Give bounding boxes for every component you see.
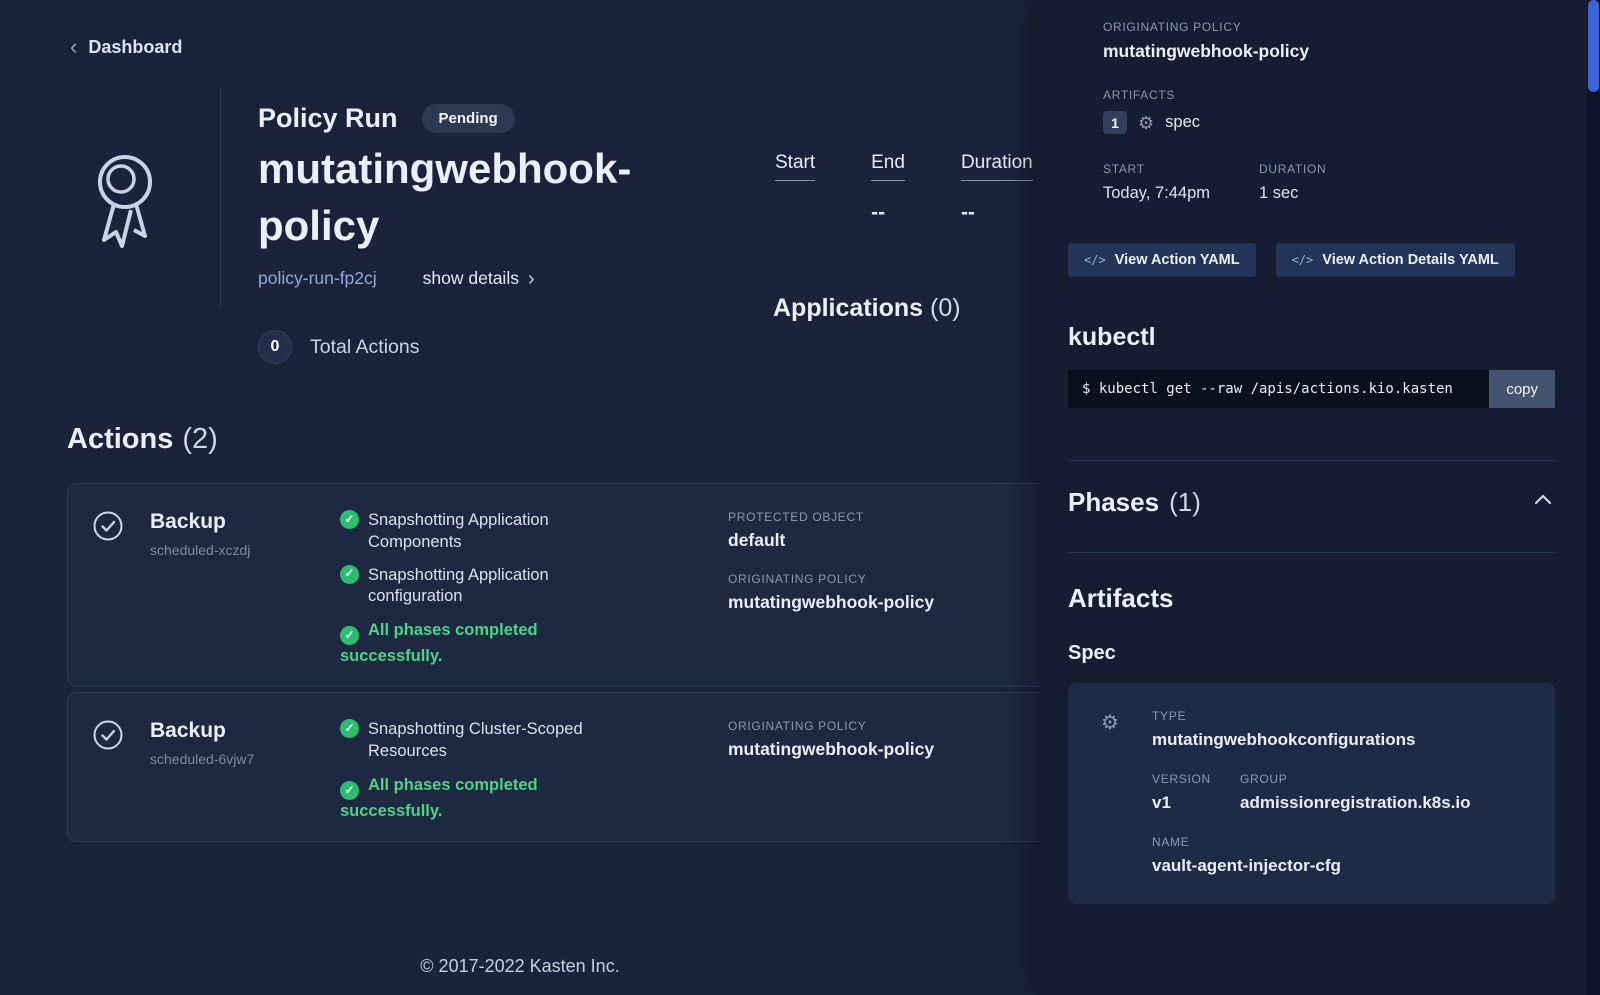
stat-duration-value: -- <box>960 201 975 224</box>
page-title: Policy Run <box>258 103 398 133</box>
panel-originating-policy-value: mutatingwebhook-policy <box>1103 41 1310 61</box>
phases-complete-message: All phases completed successfully. <box>340 619 578 668</box>
chevron-up-icon[interactable] <box>1531 488 1555 517</box>
breadcrumb-label: Dashboard <box>88 36 183 57</box>
action-card-backup-xczdj[interactable]: Backup scheduled-xczdj Snapshotting Appl… <box>67 483 1040 688</box>
gear-icon <box>1138 114 1154 132</box>
breadcrumb-dashboard[interactable]: Dashboard <box>70 36 182 58</box>
view-action-yaml-button[interactable]: View Action YAML <box>1068 243 1256 277</box>
panel-originating-policy-label: ORIGINATING POLICY <box>1103 20 1242 34</box>
total-actions-count-badge: 0 <box>258 330 292 364</box>
total-actions-label: Total Actions <box>310 335 420 358</box>
policy-run-id-link[interactable]: policy-run-fp2cj <box>258 268 377 289</box>
protected-object-field: PROTECTED OBJECT default <box>728 510 864 550</box>
copyright-footer: © 2017-2022 Kasten Inc. <box>420 956 620 976</box>
phase-item: Snapshotting Application configuration <box>340 564 728 609</box>
stat-start-label: Start <box>775 152 816 181</box>
view-action-details-yaml-button[interactable]: View Action Details YAML <box>1275 243 1515 277</box>
phases-complete-message: All phases completed successfully. <box>340 774 578 823</box>
run-stats: Start End -- Duration -- <box>775 152 1033 226</box>
status-badge: Pending <box>421 104 515 133</box>
action-id: scheduled-6vjw7 <box>150 751 255 768</box>
scrollbar-thumb[interactable] <box>1588 0 1599 92</box>
stat-end-value: -- <box>871 201 886 224</box>
kubectl-heading: kubectl <box>1068 323 1156 351</box>
artifact-kind: spec <box>1165 113 1200 131</box>
gear-icon <box>1101 712 1119 734</box>
phase-item: Snapshotting Cluster-Scoped Resources <box>340 719 728 763</box>
check-icon <box>340 564 359 584</box>
spec-artifact-card: TYPE mutatingwebhookconfigurations VERSI… <box>1068 683 1555 904</box>
code-icon <box>1084 253 1106 267</box>
total-actions: 0 Total Actions <box>258 330 419 364</box>
spec-heading: Spec <box>1068 642 1116 664</box>
action-details-panel: ORIGINATING POLICY mutatingwebhook-polic… <box>1040 0 1587 995</box>
action-id: scheduled-xczdj <box>150 542 251 558</box>
panel-start-label: START <box>1103 162 1145 176</box>
stat-end-label: End <box>871 152 905 181</box>
code-icon <box>1292 253 1314 267</box>
action-type: Backup <box>150 510 226 533</box>
artifact-count-badge: 1 <box>1103 111 1127 134</box>
originating-policy-field: ORIGINATING POLICY mutatingwebhook-polic… <box>728 572 935 612</box>
check-icon <box>340 625 359 645</box>
policy-run-name: mutatingwebhook-policy <box>258 145 632 250</box>
action-type: Backup <box>150 719 226 743</box>
status-complete-icon <box>92 508 150 668</box>
show-details-link[interactable]: show details <box>423 268 535 289</box>
scrollbar[interactable] <box>1587 0 1600 995</box>
panel-start-value: Today, 7:44pm <box>1103 184 1211 202</box>
spec-version-field: VERSION v1 <box>1152 772 1211 812</box>
section-divider <box>1068 552 1555 553</box>
header-divider <box>220 88 221 306</box>
panel-duration-value: 1 sec <box>1259 184 1299 202</box>
artifacts-heading: Artifacts <box>1068 583 1174 613</box>
status-complete-icon <box>92 717 150 823</box>
policy-run-medal-icon <box>90 148 160 257</box>
check-icon <box>340 719 359 739</box>
spec-group-field: GROUP admissionregistration.k8s.io <box>1240 772 1471 812</box>
kubectl-command: $ kubectl get --raw /apis/actions.kio.ka… <box>1068 370 1490 408</box>
stat-duration-label: Duration <box>960 152 1033 181</box>
chevron-right-icon <box>528 269 535 289</box>
panel-duration-label: DURATION <box>1259 162 1327 176</box>
check-icon <box>340 510 359 529</box>
applications-heading: Applications (0) <box>773 294 961 322</box>
originating-policy-field: ORIGINATING POLICY mutatingwebhook-polic… <box>728 719 935 760</box>
phases-section-toggle[interactable]: Phases (1) <box>1068 460 1555 518</box>
check-icon <box>340 780 359 800</box>
stat-start-value <box>775 201 815 226</box>
spec-name-field: NAME vault-agent-injector-cfg <box>1152 835 1341 875</box>
action-card-backup-6vjw7[interactable]: Backup scheduled-6vjw7 Snapshotting Clus… <box>67 692 1040 842</box>
chevron-left-icon <box>70 36 77 58</box>
panel-artifacts-label: ARTIFACTS <box>1103 88 1176 102</box>
phase-item: Snapshotting Application Components <box>340 510 728 554</box>
actions-heading: Actions (2) <box>67 423 218 455</box>
main-content: Dashboard Policy Run Pending mutatingweb… <box>0 0 1040 995</box>
copy-button[interactable]: copy <box>1489 370 1555 408</box>
spec-type-field: TYPE mutatingwebhookconfigurations <box>1152 709 1416 749</box>
phases-heading: Phases (1) <box>1068 487 1201 517</box>
